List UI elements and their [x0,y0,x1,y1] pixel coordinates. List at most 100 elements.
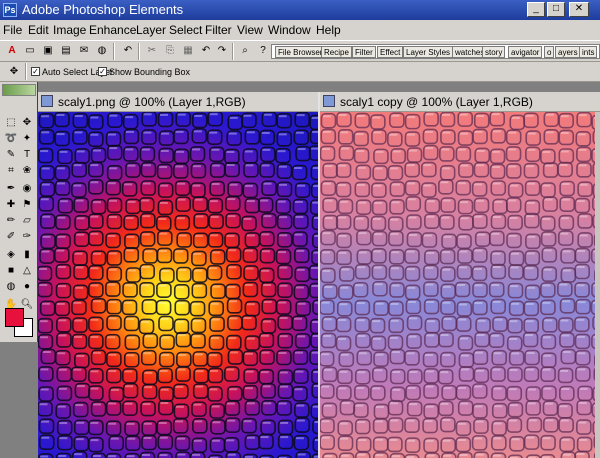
move-tool-icon[interactable]: ✥ [20,116,34,130]
menu-file[interactable]: File [3,23,22,37]
lasso-tool-icon[interactable]: ➰ [4,132,18,146]
close-button[interactable]: ✕ [569,2,589,17]
show-bounding-box-checkbox[interactable]: ✓ [98,67,107,76]
document-window-copy[interactable]: scaly1 copy @ 100% (Layer 1,RGB) [318,92,600,458]
tab-recipe[interactable]: Recipe [321,46,352,58]
red-eye-tool-icon[interactable]: ◉ [20,182,34,196]
stone-highlight [492,182,501,185]
tab-file-browser[interactable]: File Browser [275,46,326,58]
new-file-icon[interactable]: A [4,43,20,59]
step-backward-icon[interactable]: ↶ [120,43,136,59]
stone-highlight [109,114,118,117]
ps-elements-icon[interactable]: Ps [3,3,17,17]
magic-wand-tool-icon[interactable]: ✦ [20,132,34,146]
tab-filter[interactable]: Filter [352,46,376,58]
menu-layer[interactable]: Layer [136,23,166,37]
stone-highlight [457,422,466,425]
help-icon[interactable]: ? [255,43,271,59]
dodge-tool-icon[interactable]: ● [20,280,34,294]
eraser-tool-icon[interactable]: ▱ [20,214,34,228]
stone-highlight [209,354,218,357]
document-title-bar[interactable]: scaly1.png @ 100% (Layer 1,RGB) [38,92,327,112]
open-file-icon[interactable]: ▭ [22,43,38,59]
stone-highlight [192,335,201,338]
paste-icon[interactable]: ▦ [180,43,196,59]
tab-layers[interactable]: ayers [555,46,581,58]
stone-highlight [193,130,202,133]
auto-select-layer-checkbox[interactable]: ✓ [31,67,40,76]
stone-highlight [278,133,287,136]
menu-image[interactable]: Image [53,23,86,37]
type-tool-icon[interactable]: T [20,148,34,162]
stone-highlight [158,217,167,220]
vertical-scrollbar[interactable] [595,112,600,458]
menu-select[interactable]: Select [169,23,202,37]
cut-icon[interactable]: ✂ [144,43,160,59]
tab-layer-styles[interactable]: Layer Styles [403,46,454,58]
tab-navigator[interactable]: avigator [508,46,543,58]
stone-highlight [73,301,82,304]
stone-highlight [109,147,118,150]
stone-highlight [511,438,520,441]
marquee-tool-icon[interactable]: ⬚ [4,116,18,130]
maximize-button[interactable]: □ [547,2,565,17]
healing-brush-icon[interactable]: ✚ [4,198,18,212]
menu-enhance[interactable]: Enhance [89,23,136,37]
stone-highlight [90,133,99,136]
shape-tool-icon[interactable]: ■ [4,264,18,278]
blur-tool-icon[interactable]: △ [20,264,34,278]
stone-highlight [324,368,333,371]
search-icon[interactable]: ⌕ [237,43,253,59]
stone-highlight [576,266,585,269]
print-icon[interactable]: ▤ [58,43,74,59]
paint-bucket-icon[interactable]: ◈ [4,248,18,262]
online-services-icon[interactable]: ◍ [94,43,110,59]
stone-highlight [227,453,236,456]
menu-window[interactable]: Window [268,23,311,37]
foreground-color-swatch[interactable] [5,308,24,327]
document-title-bar[interactable]: scaly1 copy @ 100% (Layer 1,RGB) [320,92,600,112]
stone-highlight [477,233,486,236]
stone-highlight [108,216,117,219]
document-window-original[interactable]: scaly1.png @ 100% (Layer 1,RGB) [38,92,328,458]
gradient-tool-icon[interactable]: ▮ [20,248,34,262]
tab-info[interactable]: o [544,46,555,58]
pencil-tool-icon[interactable]: ✏ [4,214,18,228]
image-canvas[interactable] [38,112,327,458]
email-icon[interactable]: ✉ [76,43,92,59]
eyedropper-icon[interactable]: ✒ [4,182,18,196]
tab-hints[interactable]: ints [579,46,598,58]
stone-highlight [175,165,184,168]
redo-icon[interactable]: ↷ [214,43,230,59]
stone-highlight [545,164,554,167]
stone-highlight [74,335,83,338]
stone-highlight [356,387,365,390]
stone-highlight [375,302,384,305]
stone-highlight [194,114,203,117]
save-icon[interactable]: ▣ [40,43,56,59]
cookie-cutter-icon[interactable]: ❀ [20,164,34,178]
menu-help[interactable]: Help [316,23,341,37]
undo-icon[interactable]: ↶ [198,43,214,59]
stone-highlight [440,402,449,405]
sponge-tool-icon[interactable]: ◍ [4,280,18,294]
menu-filter[interactable]: Filter [205,23,232,37]
stone-highlight [40,388,49,391]
crop-tool-icon[interactable]: ⌗ [4,164,18,178]
copy-icon[interactable]: ⎘ [162,43,178,59]
brush-tool-icon[interactable]: ✐ [4,230,18,244]
image-canvas[interactable] [320,112,600,458]
stone-highlight [492,300,501,303]
impressionist-brush-icon[interactable]: ✑ [20,230,34,244]
selection-brush-icon[interactable]: ✎ [4,148,18,162]
options-bar: ✥ ✓ Auto Select Layer ✓ Show Bounding Bo… [0,62,600,82]
clone-stamp-icon[interactable]: ⚑ [20,198,34,212]
menu-edit[interactable]: Edit [28,23,49,37]
tab-history[interactable]: story [482,46,506,58]
stone-highlight [442,439,451,442]
stone-highlight [126,235,135,238]
stone-highlight [322,251,331,254]
tab-effect[interactable]: Effect [377,46,404,58]
menu-view[interactable]: View [237,23,263,37]
minimize-button[interactable]: _ [527,2,545,17]
